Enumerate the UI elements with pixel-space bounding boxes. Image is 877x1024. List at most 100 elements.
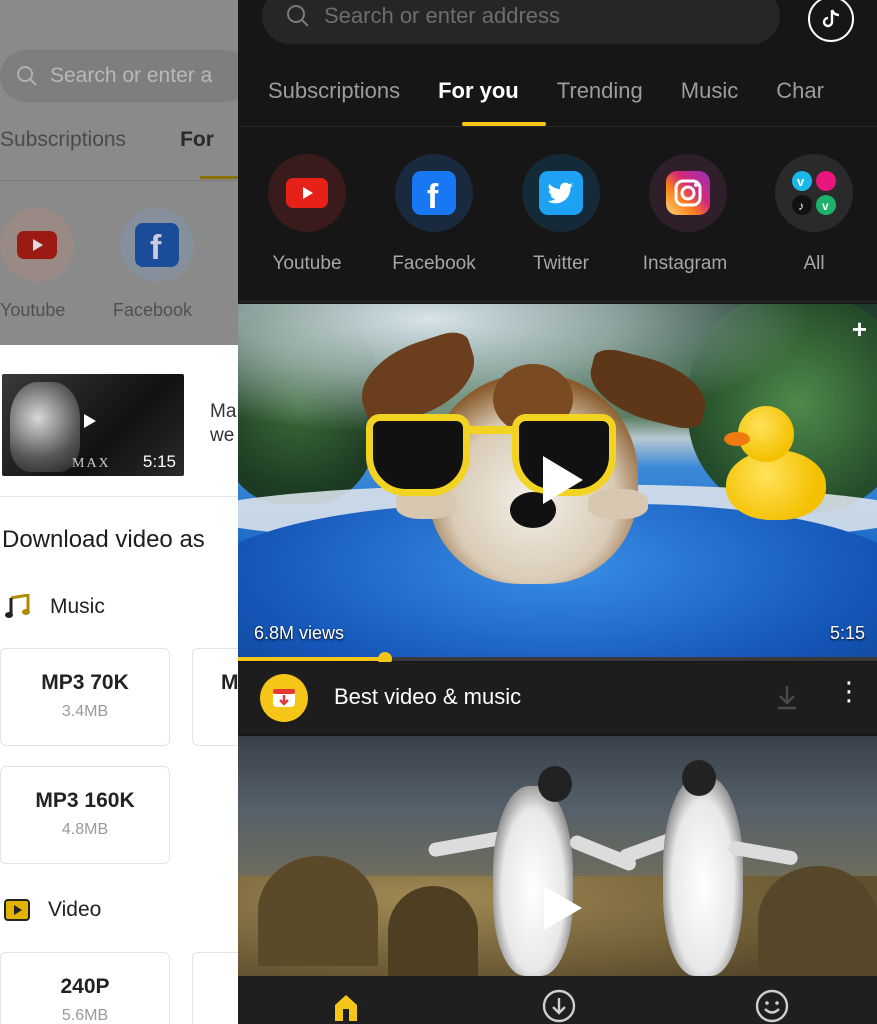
svg-text:f: f — [427, 178, 439, 215]
all-apps-icon: v ♪ v — [792, 171, 836, 215]
music-note-icon — [5, 594, 30, 618]
back-platform-label: Youtube — [0, 300, 66, 320]
tab-subscriptions[interactable]: Subscriptions — [268, 78, 400, 104]
front-screen: Search or enter address Subscriptions Fo… — [238, 0, 877, 1024]
platform-label: Facebook — [392, 253, 476, 274]
format-size: 5.6MB — [61, 1007, 109, 1024]
platform-all[interactable]: v ♪ v — [775, 154, 853, 232]
tab-music[interactable]: Music — [681, 78, 738, 104]
back-platform-facebook[interactable]: f — [120, 208, 194, 282]
back-tab-for-you[interactable]: For — [180, 128, 214, 152]
play-icon — [84, 414, 96, 428]
music-section-label: Music — [50, 595, 105, 618]
me-icon — [755, 989, 789, 1023]
format-option-mp3-160k[interactable]: MP3 160K 4.8MB — [0, 766, 170, 864]
video-progress-fill — [238, 657, 385, 661]
video-info-bar: Best video & music ⋮ — [238, 662, 877, 734]
more-options-button[interactable]: ⋮ — [836, 678, 862, 704]
app-screenshot: Search or enter a Subscriptions For Yout… — [0, 0, 877, 1024]
format-quality: MP3 70K — [41, 671, 129, 694]
nav-downloads[interactable] — [539, 986, 579, 1024]
search-icon — [17, 66, 37, 86]
channel-avatar[interactable] — [260, 674, 308, 722]
back-platform-youtube[interactable] — [0, 208, 74, 282]
tiktok-icon — [822, 9, 840, 28]
thumbnail-face — [10, 382, 80, 472]
play-icon[interactable] — [543, 456, 583, 504]
tiktok-button[interactable] — [808, 0, 854, 42]
svg-text:f: f — [150, 229, 162, 267]
video-duration: 5:15 — [142, 452, 176, 471]
format-size: 3.4MB — [61, 703, 109, 720]
format-quality: MP3 160K — [35, 789, 135, 812]
back-tabs: Subscriptions For — [0, 128, 214, 152]
play-icon[interactable] — [544, 886, 582, 930]
back-tab-indicator — [200, 176, 240, 179]
video-section-label: Video — [48, 898, 102, 921]
format-size: 4.8MB — [61, 821, 109, 838]
format-option-mp3-70k[interactable]: MP3 70K 3.4MB — [0, 648, 170, 746]
youtube-icon — [17, 231, 57, 259]
nav-home[interactable] — [326, 986, 366, 1024]
twitter-icon — [539, 171, 583, 215]
platform-instagram[interactable] — [649, 154, 727, 232]
youtube-icon — [286, 178, 328, 208]
divider — [238, 300, 877, 303]
search-input[interactable]: Search or enter address — [262, 0, 780, 44]
video-thumbnail-penguins[interactable] — [238, 736, 877, 976]
format-quality: 240P — [60, 975, 110, 998]
instagram-icon — [666, 171, 710, 215]
back-search-placeholder: Search or enter a — [50, 64, 213, 87]
svg-text:♪: ♪ — [798, 199, 804, 213]
category-tabs: Subscriptions For you Trending Music Cha… — [268, 78, 824, 104]
video-file-icon — [4, 899, 30, 921]
home-icon — [335, 995, 357, 1021]
platform-twitter[interactable] — [522, 154, 600, 232]
download-title: Download video as — [2, 526, 205, 553]
divider — [0, 496, 260, 497]
featured-video[interactable]: + 6.8M views 5:15 — [238, 304, 877, 658]
back-tab-subscriptions[interactable]: Subscriptions — [0, 128, 126, 152]
back-video-title-line: Ma — [210, 401, 237, 422]
thumbnail-overlay-text: MAX — [72, 456, 111, 471]
penguin-head — [538, 766, 572, 802]
platform-label: Youtube — [272, 253, 342, 274]
search-placeholder: Search or enter address — [324, 3, 561, 28]
nav-me[interactable] — [752, 986, 792, 1024]
back-video-thumbnail[interactable]: MAX 5:15 — [2, 374, 184, 476]
back-platform-label: Facebook — [113, 300, 193, 320]
sunglasses-lens — [366, 414, 470, 496]
view-count: 6.8M views — [254, 623, 345, 643]
download-icon[interactable] — [774, 682, 800, 712]
divider — [0, 180, 260, 181]
tab-charts[interactable]: Char — [776, 78, 824, 104]
facebook-icon: f — [135, 223, 179, 267]
platform-facebook[interactable]: f — [395, 154, 473, 232]
back-video-title-line: we — [210, 425, 235, 446]
rubber-duck-beak — [724, 432, 750, 446]
bottom-navigation — [238, 976, 877, 1024]
download-icon — [542, 989, 576, 1023]
video-scene-grass — [258, 856, 378, 966]
back-screen: Search or enter a Subscriptions For Yout… — [0, 0, 260, 1024]
back-search-input[interactable]: Search or enter a — [0, 50, 250, 102]
video-section-header: Video — [4, 898, 101, 922]
back-video-title: Ma we — [210, 400, 236, 448]
facebook-icon: f — [412, 171, 456, 215]
rubber-duck — [726, 450, 826, 520]
video-scene-grass — [758, 866, 877, 976]
tab-for-you[interactable]: For you — [438, 78, 519, 104]
download-app-icon — [273, 689, 295, 707]
penguin — [493, 786, 573, 976]
format-option-240p[interactable]: 240P 5.6MB — [0, 952, 170, 1024]
music-section-header: Music — [4, 594, 105, 620]
sunglasses — [366, 404, 626, 496]
platform-label: Twitter — [533, 253, 589, 274]
tab-trending[interactable]: Trending — [557, 78, 643, 104]
platform-youtube[interactable] — [268, 154, 346, 232]
video-progress-bar[interactable] — [238, 652, 877, 666]
add-button[interactable]: + — [852, 314, 867, 345]
penguin-head — [682, 760, 716, 796]
video-duration: 5:15 — [829, 623, 865, 643]
platform-label: Instagram — [642, 253, 728, 274]
